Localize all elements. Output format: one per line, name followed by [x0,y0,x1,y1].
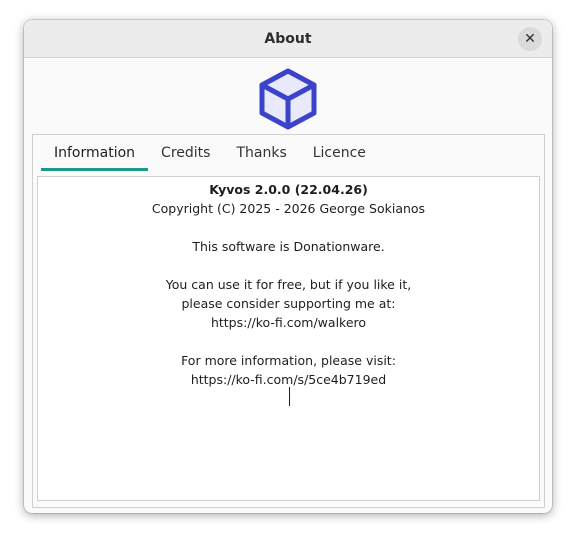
text-cursor [289,387,290,406]
tab-information[interactable]: Information [41,135,149,171]
support-text-2: please consider supporting me at: [181,296,396,311]
cube-logo-icon [259,68,317,130]
about-dialog: About ✕ Information Credits Thanks Licen… [24,20,552,513]
close-button[interactable]: ✕ [518,27,542,51]
donationware-text: This software is Donationware. [192,239,385,254]
tab-licence[interactable]: Licence [300,135,379,171]
tab-bar: Information Credits Thanks Licence [41,135,379,171]
tab-credits[interactable]: Credits [148,135,223,171]
tab-thanks[interactable]: Thanks [223,135,299,171]
support-url[interactable]: https://ko-fi.com/walkero [38,313,539,332]
close-icon: ✕ [524,31,536,47]
title-bar[interactable]: About ✕ [24,20,552,58]
information-text-view[interactable]: Kyvos 2.0.0 (22.04.26) Copyright (C) 202… [37,176,540,501]
copyright-text: Copyright (C) 2025 - 2026 George Sokiano… [151,201,426,216]
app-name-version: Kyvos 2.0.0 (22.04.26) [209,182,368,197]
information-text: Kyvos 2.0.0 (22.04.26) Copyright (C) 202… [38,177,539,389]
tab-notebook: Information Credits Thanks Licence Kyvos… [32,134,545,508]
window-title: About [264,30,312,47]
more-info-text: For more information, please visit: [181,353,396,368]
support-text-1: You can use it for free, but if you like… [165,277,412,292]
